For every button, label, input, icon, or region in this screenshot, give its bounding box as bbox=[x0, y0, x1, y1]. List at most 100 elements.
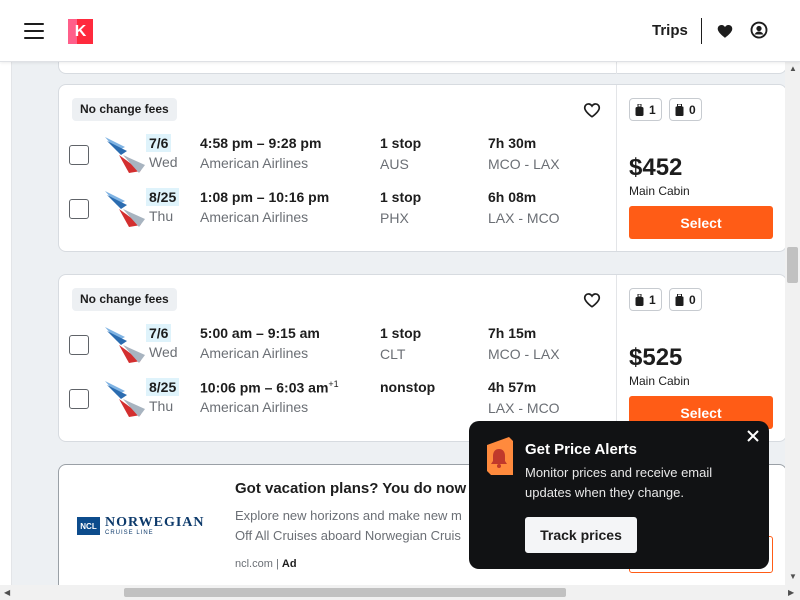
price: $452 bbox=[629, 154, 683, 181]
carry-on-count: 1 bbox=[649, 292, 656, 307]
leg-date: 7/6 bbox=[146, 324, 172, 342]
ad-description-line: Off All Cruises aboard Norwegian Cruis bbox=[235, 528, 461, 543]
leg-checkbox[interactable] bbox=[69, 145, 89, 165]
flight-leg: 7/6 Wed 4:58 pm – 9:28 pm American Airli… bbox=[59, 133, 616, 179]
leg-date: 8/25 bbox=[146, 188, 180, 206]
no-change-fees-badge: No change fees bbox=[72, 288, 177, 311]
vertical-scrollbar[interactable]: ▲ ▼ bbox=[785, 62, 800, 585]
cabin-class: Main Cabin bbox=[629, 374, 690, 388]
ad-title[interactable]: Got vacation plans? You do now bbox=[235, 480, 466, 497]
popover-title: Get Price Alerts bbox=[525, 441, 637, 458]
leg-date: 7/6 bbox=[146, 134, 172, 152]
heart-icon[interactable] bbox=[716, 22, 734, 40]
leg-stops: 1 stop bbox=[380, 135, 422, 151]
carry-on-bag-badge[interactable]: 1 bbox=[629, 98, 662, 121]
leg-times-text: 10:06 pm – 6:03 am bbox=[200, 379, 329, 396]
leg-checkbox[interactable] bbox=[69, 199, 89, 219]
leg-weekday: Thu bbox=[149, 398, 174, 414]
leg-times: 5:00 am – 9:15 am bbox=[200, 325, 320, 341]
leg-layover: AUS bbox=[380, 156, 409, 172]
leg-layover: PHX bbox=[380, 210, 409, 226]
ncl-logo: NCL NORWEGIAN CRUISE LINE bbox=[77, 515, 217, 539]
left-strip bbox=[0, 62, 12, 585]
carry-on-count: 1 bbox=[649, 102, 656, 117]
track-prices-button[interactable]: Track prices bbox=[525, 517, 637, 553]
checked-bag-count: 0 bbox=[689, 102, 696, 117]
flight-leg: 8/25 Thu 10:06 pm – 6:03 am+1 American A… bbox=[59, 377, 616, 423]
flight-leg: 7/6 Wed 5:00 am – 9:15 am American Airli… bbox=[59, 323, 616, 369]
cabin-class: Main Cabin bbox=[629, 184, 690, 198]
leg-weekday: Wed bbox=[149, 154, 178, 170]
leg-duration: 4h 57m bbox=[488, 379, 537, 395]
carry-on-bag-icon bbox=[635, 103, 644, 116]
leg-times: 1:08 pm – 10:16 pm bbox=[200, 189, 330, 205]
leg-weekday: Thu bbox=[149, 208, 174, 224]
user-icon[interactable] bbox=[750, 21, 768, 39]
leg-times: 4:58 pm – 9:28 pm bbox=[200, 135, 322, 151]
menu-icon[interactable] bbox=[24, 23, 44, 39]
scroll-down-icon[interactable]: ▼ bbox=[789, 572, 797, 581]
leg-times: 10:06 pm – 6:03 am+1 bbox=[200, 379, 339, 396]
leg-stops: 1 stop bbox=[380, 325, 422, 341]
leg-stops: 1 stop bbox=[380, 189, 422, 205]
carry-on-bag-icon bbox=[635, 293, 644, 306]
checked-bag-icon bbox=[675, 103, 684, 116]
leg-carrier: American Airlines bbox=[200, 155, 309, 171]
leg-duration: 7h 30m bbox=[488, 135, 537, 151]
vertical-scroll-thumb[interactable] bbox=[787, 247, 798, 283]
top-header: K Trips bbox=[0, 0, 800, 62]
ncl-brand-name: NORWEGIAN bbox=[105, 515, 205, 530]
ad-description-line: Explore new horizons and make new m bbox=[235, 508, 462, 523]
scroll-up-icon[interactable]: ▲ bbox=[789, 64, 797, 73]
leg-duration: 7h 15m bbox=[488, 325, 537, 341]
close-icon[interactable] bbox=[746, 429, 760, 443]
ncl-brand-sub: CRUISE LINE bbox=[105, 530, 154, 536]
leg-stops: nonstop bbox=[380, 379, 436, 395]
kayak-logo[interactable]: K bbox=[68, 19, 93, 44]
horizontal-scroll-thumb[interactable] bbox=[124, 588, 566, 597]
select-button[interactable]: Select bbox=[629, 206, 773, 239]
ad-label: Ad bbox=[281, 558, 297, 570]
ad-description: Explore new horizons and make new m Off … bbox=[235, 506, 495, 546]
airline-logo-icon bbox=[105, 381, 145, 417]
heart-icon[interactable] bbox=[583, 101, 601, 119]
no-change-fees-badge: No change fees bbox=[72, 98, 177, 121]
leg-carrier: American Airlines bbox=[200, 209, 309, 225]
next-day-indicator: +1 bbox=[328, 379, 339, 389]
leg-route: MCO - LAX bbox=[488, 156, 560, 172]
checked-bag-count: 0 bbox=[689, 292, 696, 307]
leg-layover: CLT bbox=[380, 346, 406, 362]
bell-icon bbox=[487, 437, 513, 475]
leg-carrier: American Airlines bbox=[200, 345, 309, 361]
flight-leg: 8/25 Thu 1:08 pm – 10:16 pm American Air… bbox=[59, 187, 616, 233]
leg-route: MCO - LAX bbox=[488, 346, 560, 362]
header-divider bbox=[701, 18, 702, 44]
leg-weekday: Wed bbox=[149, 344, 178, 360]
carry-on-bag-badge[interactable]: 1 bbox=[629, 288, 662, 311]
leg-route: LAX - MCO bbox=[488, 210, 560, 226]
airline-logo-icon bbox=[105, 137, 145, 173]
result-card: No change fees 7/6 Wed 5:00 am – 9:15 am… bbox=[58, 274, 787, 442]
leg-date: 8/25 bbox=[146, 378, 180, 396]
checked-bag-icon bbox=[675, 293, 684, 306]
airline-logo-icon bbox=[105, 327, 145, 363]
price: $525 bbox=[629, 344, 683, 371]
airline-logo-icon bbox=[105, 191, 145, 227]
card-divider bbox=[616, 85, 617, 251]
heart-icon[interactable] bbox=[583, 291, 601, 309]
scroll-left-icon[interactable]: ◀ bbox=[4, 588, 10, 597]
popover-text: Monitor prices and receive email updates… bbox=[525, 465, 713, 500]
ad-domain: ncl.com bbox=[235, 558, 273, 570]
ad-source: ncl.com | Ad bbox=[235, 558, 297, 570]
checked-bag-badge[interactable]: 0 bbox=[669, 288, 702, 311]
leg-checkbox[interactable] bbox=[69, 389, 89, 409]
scroll-right-icon[interactable]: ▶ bbox=[788, 588, 794, 597]
checked-bag-badge[interactable]: 0 bbox=[669, 98, 702, 121]
leg-checkbox[interactable] bbox=[69, 335, 89, 355]
trips-link[interactable]: Trips bbox=[652, 22, 688, 39]
leg-route: LAX - MCO bbox=[488, 400, 560, 416]
card-divider bbox=[616, 275, 617, 441]
ncl-logo-box: NCL bbox=[77, 517, 100, 535]
leg-carrier: American Airlines bbox=[200, 399, 309, 415]
leg-duration: 6h 08m bbox=[488, 189, 537, 205]
